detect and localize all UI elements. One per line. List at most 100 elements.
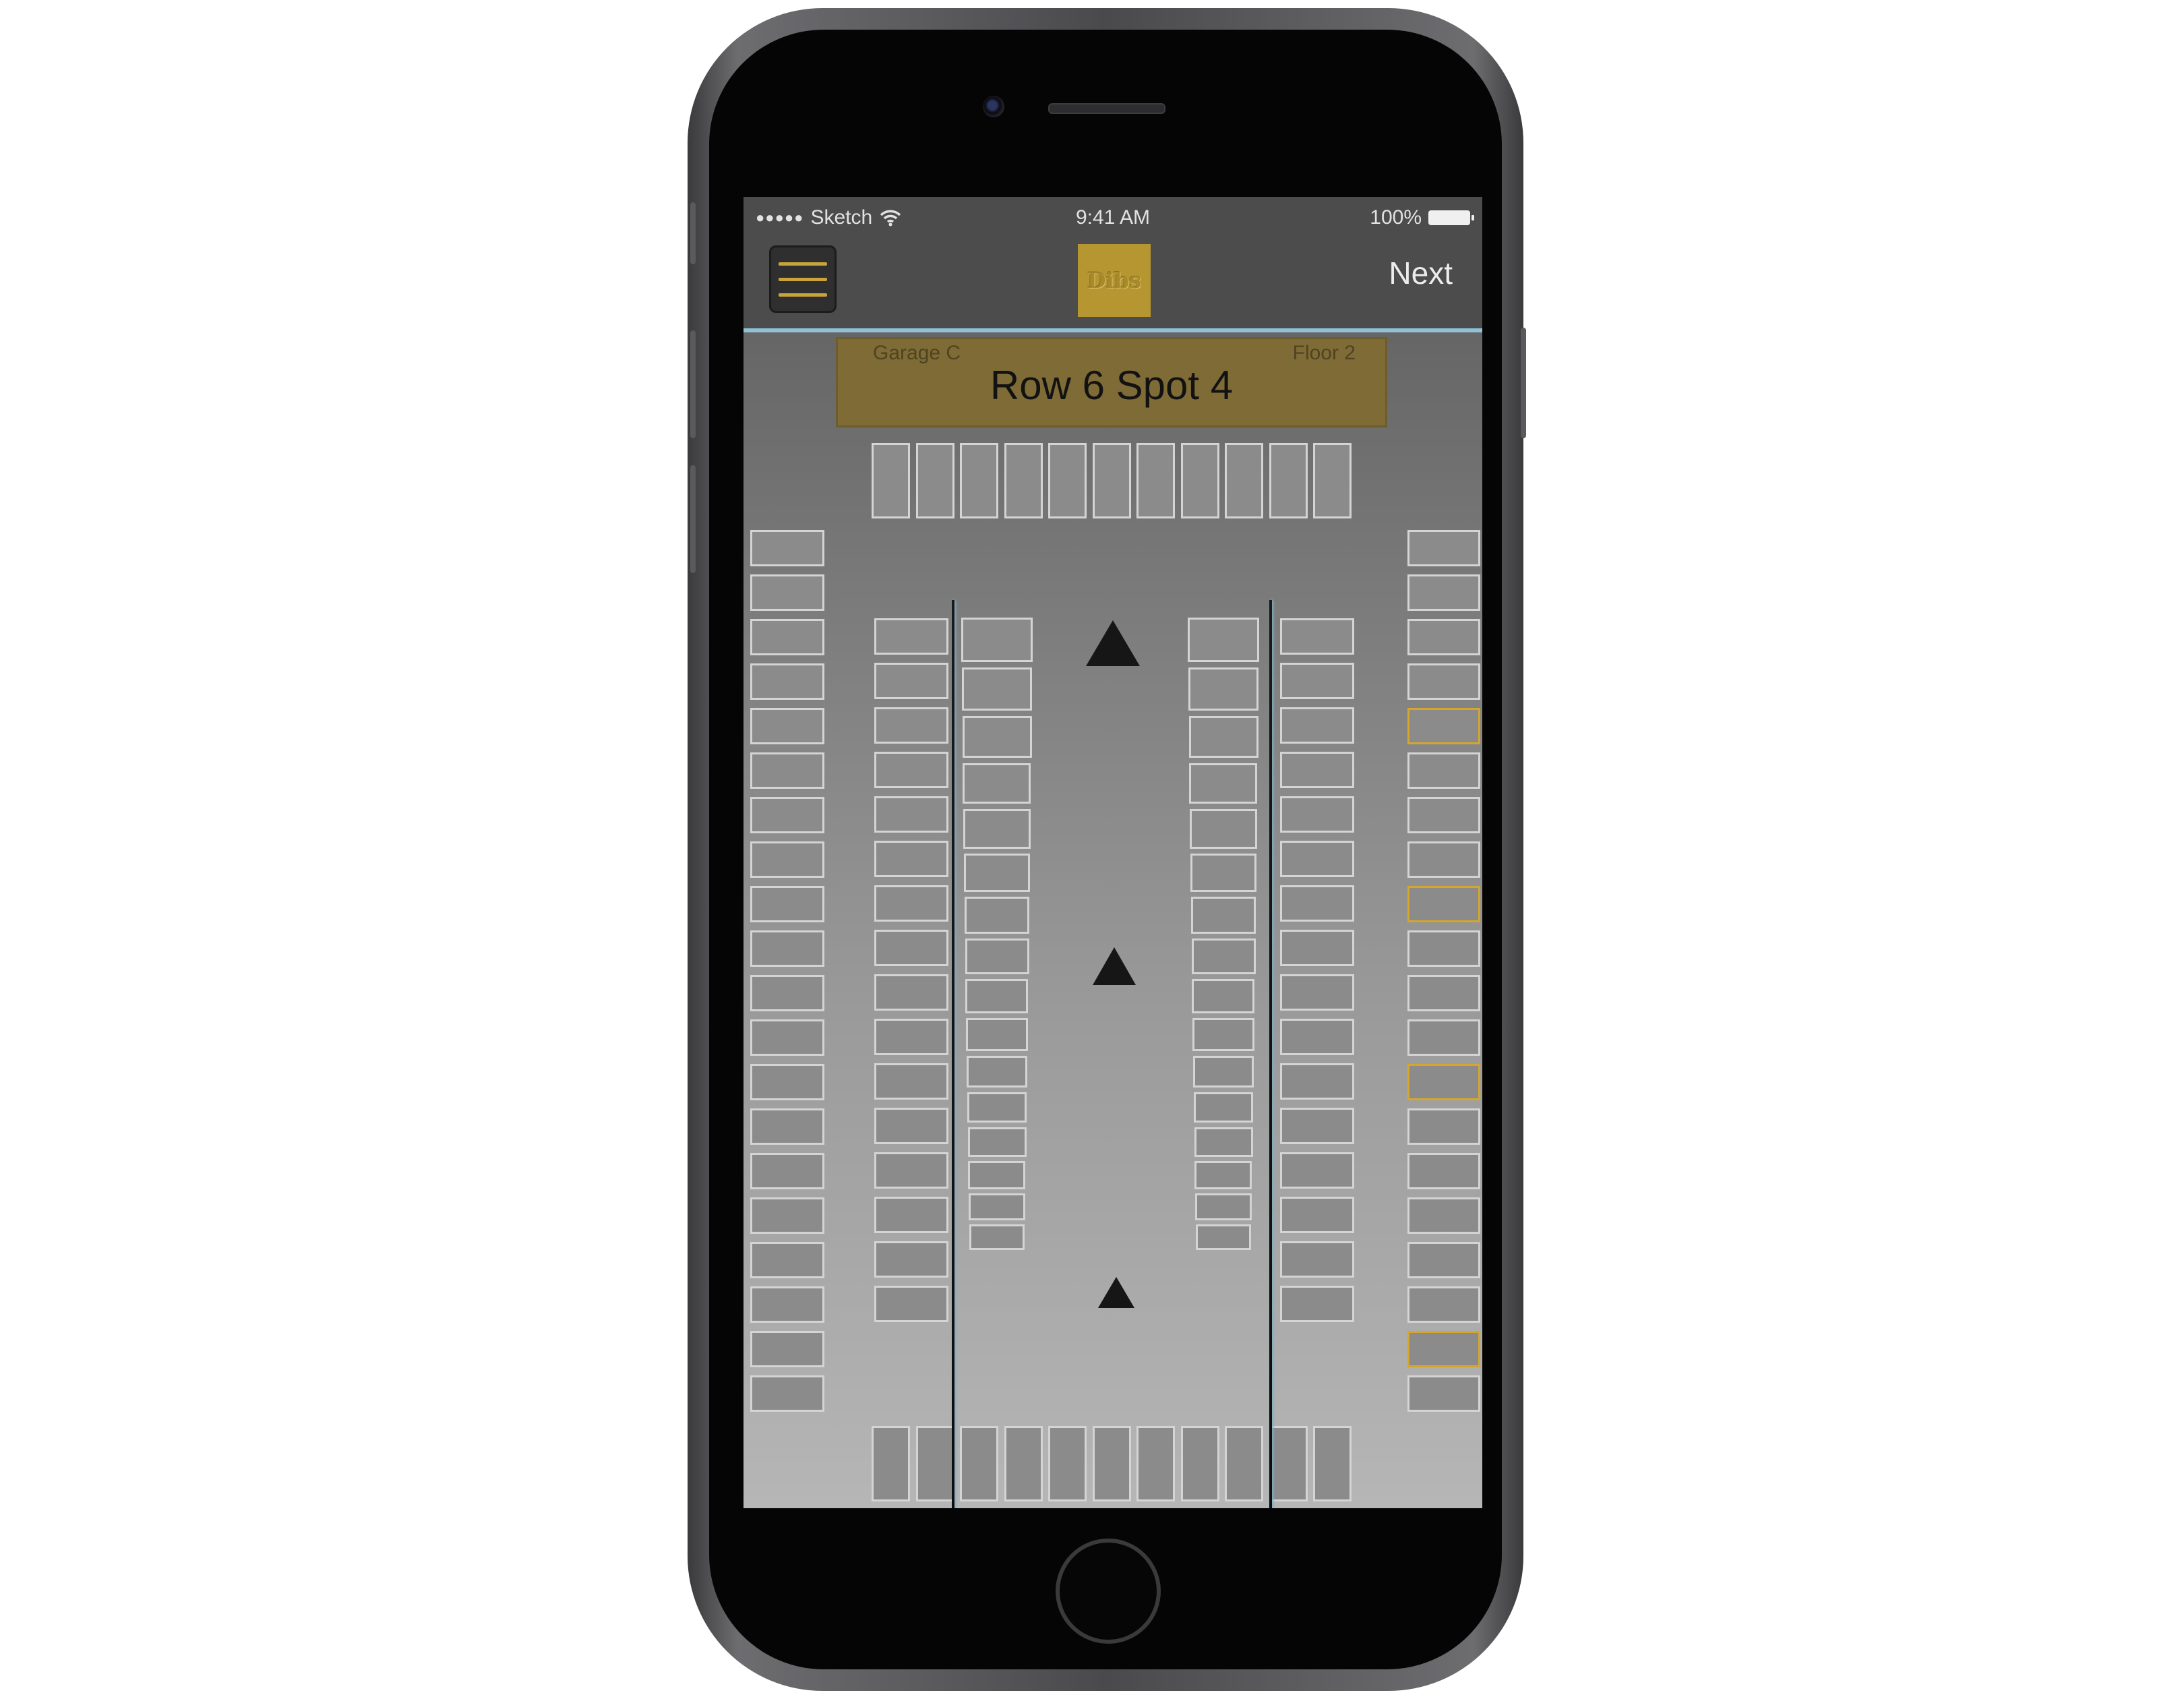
parking-spot-right-column[interactable]	[1407, 1375, 1480, 1412]
parking-spot-inner-left[interactable]	[874, 1197, 948, 1233]
parking-spot-inner-left[interactable]	[874, 930, 948, 966]
parking-spot-bottom-row[interactable]	[1092, 1426, 1131, 1501]
parking-spot-right-column[interactable]	[1407, 663, 1480, 700]
parking-spot-center-left[interactable]	[966, 1018, 1028, 1051]
parking-spot-top-row[interactable]	[1048, 443, 1087, 518]
parking-spot-bottom-row[interactable]	[1004, 1426, 1043, 1501]
parking-spot-right-column[interactable]	[1407, 1019, 1480, 1056]
parking-spot-inner-right[interactable]	[1280, 885, 1354, 922]
parking-spot-inner-right[interactable]	[1280, 1197, 1354, 1233]
parking-spot-center-right[interactable]	[1188, 667, 1258, 711]
parking-spot-left-column[interactable]	[750, 886, 824, 922]
parking-spot-top-row[interactable]	[1004, 443, 1043, 518]
parking-spot-left-column[interactable]	[750, 574, 824, 611]
parking-spot-center-left[interactable]	[969, 1193, 1025, 1220]
parking-spot-left-column[interactable]	[750, 663, 824, 700]
parking-spot-left-column[interactable]	[750, 1375, 824, 1412]
parking-spot-bottom-row[interactable]	[1269, 1426, 1308, 1501]
parking-spot-top-row[interactable]	[915, 443, 954, 518]
parking-spot-center-left[interactable]	[961, 618, 1033, 662]
parking-spot-right-column[interactable]	[1407, 797, 1480, 833]
parking-spot-right-column[interactable]	[1407, 975, 1480, 1011]
parking-spot-inner-left[interactable]	[874, 1063, 948, 1100]
parking-spot-left-column[interactable]	[750, 1019, 824, 1056]
parking-spot-left-column[interactable]	[750, 530, 824, 566]
parking-spot-center-left[interactable]	[964, 854, 1030, 892]
parking-spot-center-right[interactable]	[1189, 763, 1257, 804]
hamburger-menu-button[interactable]	[769, 245, 837, 313]
parking-spot-center-left[interactable]	[962, 667, 1032, 711]
parking-spot-center-left[interactable]	[969, 1224, 1025, 1250]
parking-spot-center-left[interactable]	[965, 938, 1029, 974]
parking-spot-reserved[interactable]	[1407, 708, 1480, 744]
parking-spot-bottom-row[interactable]	[1048, 1426, 1087, 1501]
parking-spot-right-column[interactable]	[1407, 930, 1480, 967]
parking-spot-center-left[interactable]	[965, 897, 1029, 934]
parking-spot-center-right[interactable]	[1192, 938, 1256, 974]
parking-spot-right-column[interactable]	[1407, 841, 1480, 878]
parking-spot-top-row[interactable]	[1180, 443, 1219, 518]
parking-spot-center-left[interactable]	[967, 1056, 1027, 1087]
parking-spot-left-column[interactable]	[750, 1197, 824, 1234]
parking-spot-inner-right[interactable]	[1280, 752, 1354, 788]
parking-spot-right-column[interactable]	[1407, 1286, 1480, 1323]
parking-spot-top-row[interactable]	[1092, 443, 1131, 518]
parking-spot-top-row[interactable]	[1225, 443, 1263, 518]
parking-spot-inner-right[interactable]	[1280, 1063, 1354, 1100]
parking-spot-center-right[interactable]	[1194, 1161, 1252, 1189]
parking-spot-inner-left[interactable]	[874, 707, 948, 744]
parking-spot-center-right[interactable]	[1196, 1224, 1251, 1250]
parking-spot-center-right[interactable]	[1191, 897, 1256, 934]
parking-spot-top-row[interactable]	[960, 443, 998, 518]
parking-spot-right-column[interactable]	[1407, 1197, 1480, 1234]
parking-spot-bottom-row[interactable]	[1225, 1426, 1263, 1501]
parking-spot-inner-left[interactable]	[874, 618, 948, 655]
parking-spot-center-left[interactable]	[963, 763, 1031, 804]
parking-spot-inner-right[interactable]	[1280, 1108, 1354, 1144]
parking-spot-right-column[interactable]	[1407, 1108, 1480, 1145]
parking-spot-inner-left[interactable]	[874, 752, 948, 788]
parking-spot-left-column[interactable]	[750, 752, 824, 789]
parking-spot-left-column[interactable]	[750, 619, 824, 655]
home-button[interactable]	[1056, 1539, 1161, 1644]
parking-spot-center-right[interactable]	[1189, 716, 1258, 758]
parking-spot-inner-left[interactable]	[874, 1108, 948, 1144]
parking-spot-bottom-row[interactable]	[960, 1426, 998, 1501]
parking-spot-inner-left[interactable]	[874, 1019, 948, 1055]
parking-spot-inner-right[interactable]	[1280, 663, 1354, 699]
parking-spot-center-right[interactable]	[1190, 854, 1256, 892]
parking-spot-center-right[interactable]	[1194, 1127, 1253, 1157]
parking-spot-right-column[interactable]	[1407, 1242, 1480, 1278]
parking-spot-bottom-row[interactable]	[872, 1426, 910, 1501]
parking-spot-inner-right[interactable]	[1280, 841, 1354, 877]
next-button[interactable]: Next	[1389, 255, 1453, 291]
parking-spot-inner-right[interactable]	[1280, 796, 1354, 833]
parking-spot-inner-left[interactable]	[874, 1152, 948, 1189]
parking-spot-center-right[interactable]	[1188, 618, 1259, 662]
parking-spot-center-left[interactable]	[965, 979, 1028, 1013]
parking-spot-inner-right[interactable]	[1280, 1286, 1354, 1322]
parking-spot-inner-left[interactable]	[874, 663, 948, 699]
parking-spot-left-column[interactable]	[750, 1108, 824, 1145]
parking-spot-bottom-row[interactable]	[1180, 1426, 1219, 1501]
parking-spot-top-row[interactable]	[1136, 443, 1175, 518]
parking-spot-center-left[interactable]	[968, 1161, 1025, 1189]
parking-spot-inner-right[interactable]	[1280, 707, 1354, 744]
parking-spot-reserved[interactable]	[1407, 1064, 1480, 1100]
parking-spot-reserved[interactable]	[1407, 1331, 1480, 1367]
parking-spot-top-row[interactable]	[872, 443, 910, 518]
parking-spot-inner-right[interactable]	[1280, 930, 1354, 966]
parking-spot-center-left[interactable]	[967, 1092, 1027, 1123]
parking-spot-inner-left[interactable]	[874, 841, 948, 877]
parking-spot-center-right[interactable]	[1192, 979, 1254, 1013]
parking-spot-bottom-row[interactable]	[1136, 1426, 1175, 1501]
parking-spot-left-column[interactable]	[750, 797, 824, 833]
parking-spot-inner-left[interactable]	[874, 974, 948, 1011]
parking-spot-left-column[interactable]	[750, 841, 824, 878]
parking-spot-inner-right[interactable]	[1280, 1019, 1354, 1055]
parking-spot-left-column[interactable]	[750, 975, 824, 1011]
parking-spot-inner-right[interactable]	[1280, 618, 1354, 655]
parking-spot-inner-left[interactable]	[874, 1286, 948, 1322]
parking-spot-center-right[interactable]	[1193, 1056, 1254, 1087]
parking-spot-left-column[interactable]	[750, 708, 824, 744]
